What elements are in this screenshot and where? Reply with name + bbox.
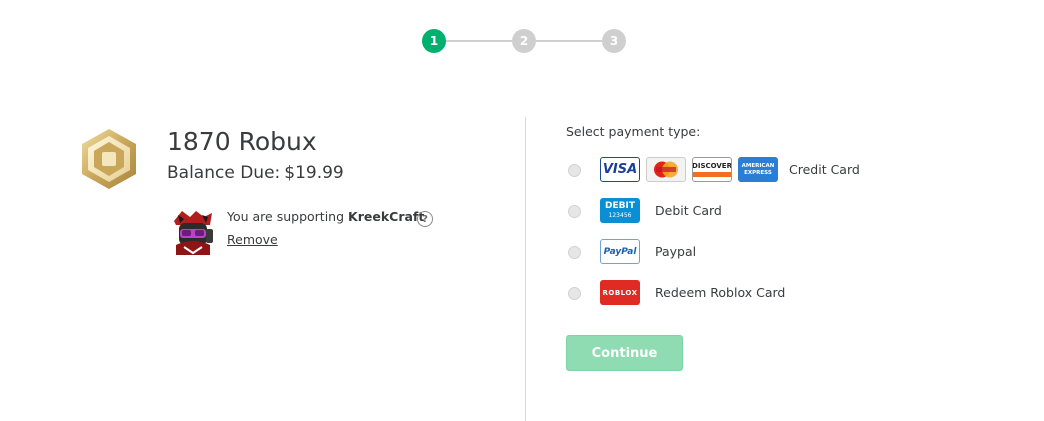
credit-card-radio[interactable] <box>568 163 581 177</box>
visa-logo: VISA <box>600 157 640 182</box>
step-3-indicator: 3 <box>602 29 626 53</box>
debit-card-logo: DEBIT 123456 <box>600 198 640 223</box>
american-express-logo: AMERICAN EXPRESS <box>738 157 778 182</box>
supporting-label: You are supporting <box>227 209 345 224</box>
paypal-logos: PayPal <box>600 239 640 264</box>
supported-creator-avatar <box>170 207 216 255</box>
stepper-connector <box>536 40 602 42</box>
debit-card-label: Debit Card <box>655 203 722 218</box>
balance-due: Balance Due: $19.99 <box>167 163 344 183</box>
debit-card-radio[interactable] <box>568 204 581 218</box>
debit-logo-text: DEBIT <box>605 201 635 211</box>
step-2-indicator: 2 <box>512 29 536 53</box>
checkout-page: 1 2 3 1870 Robux Balance Due: $19.99 You… <box>0 0 1044 421</box>
stepper-connector <box>446 40 512 42</box>
column-divider <box>525 117 526 421</box>
payment-option-paypal[interactable]: PayPal Paypal <box>568 239 696 265</box>
paypal-logo: PayPal <box>600 239 640 264</box>
creator-name: KreekCraft <box>348 209 425 224</box>
mastercard-logo <box>646 157 686 182</box>
discover-logo: DISCOVER <box>692 157 732 182</box>
balance-label: Balance Due: <box>167 163 281 183</box>
paypal-radio[interactable] <box>568 245 581 259</box>
payment-option-credit-card[interactable]: VISA DISCOVER AMERICAN EXPRESS Credit Ca… <box>568 157 860 183</box>
progress-stepper: 1 2 3 <box>422 29 626 53</box>
payment-option-debit-card[interactable]: DEBIT 123456 Debit Card <box>568 198 722 224</box>
credit-card-label: Credit Card <box>789 162 860 177</box>
help-icon[interactable]: ? <box>417 211 433 227</box>
roblox-card-logos: ROBLOX <box>600 280 640 305</box>
credit-card-logos: VISA DISCOVER AMERICAN EXPRESS <box>600 157 778 182</box>
balance-amount: $19.99 <box>284 163 344 183</box>
debit-card-logos: DEBIT 123456 <box>600 198 640 223</box>
remove-supporter-link[interactable]: Remove <box>227 232 278 247</box>
roblox-card-logo: ROBLOX <box>600 280 640 305</box>
continue-button[interactable]: Continue <box>566 335 683 371</box>
payment-type-heading: Select payment type: <box>566 124 701 139</box>
robux-icon <box>79 127 139 191</box>
roblox-card-label: Redeem Roblox Card <box>655 285 786 300</box>
roblox-card-radio[interactable] <box>568 286 581 300</box>
debit-logo-number: 123456 <box>608 212 632 219</box>
discover-logo-text: DISCOVER <box>692 162 732 170</box>
payment-option-roblox-card[interactable]: ROBLOX Redeem Roblox Card <box>568 280 785 306</box>
supporting-creator-text: You are supporting KreekCraft <box>227 209 424 224</box>
paypal-label: Paypal <box>655 244 697 259</box>
product-title: 1870 Robux <box>167 127 317 156</box>
step-1-indicator: 1 <box>422 29 446 53</box>
